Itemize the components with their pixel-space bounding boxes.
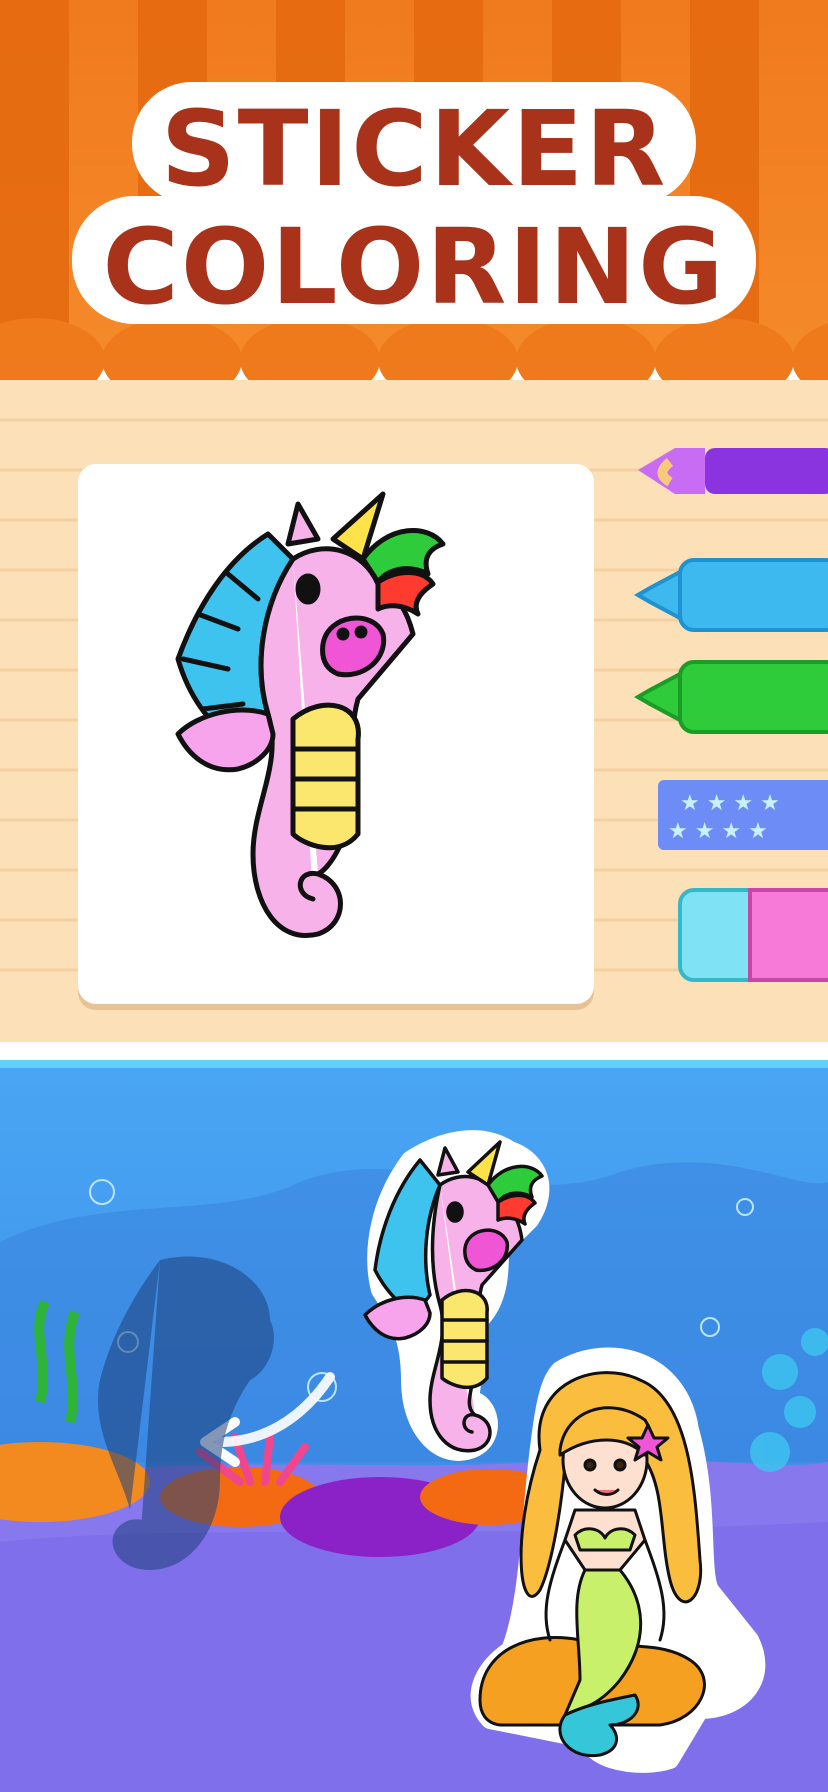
coloring-tools[interactable]: ★ ★ ★ ★ ★ ★ ★ ★: [630, 440, 828, 1020]
paint-brush-icon[interactable]: [638, 448, 828, 494]
marker-icon[interactable]: [634, 558, 828, 632]
mermaid-sticker[interactable]: [470, 1340, 770, 1780]
title-line-2: COLORING: [102, 206, 726, 328]
svg-text:★ ★ ★ ★: ★ ★ ★ ★: [680, 791, 780, 816]
seahorse-drawing[interactable]: [78, 464, 594, 1004]
app-screenshot: STICKER COLORING ★ ★ ★ ★ ★ ★ ★ ★: [0, 0, 828, 1792]
star-pattern-icon[interactable]: ★ ★ ★ ★ ★ ★ ★ ★: [658, 780, 828, 850]
svg-text:★ ★ ★ ★: ★ ★ ★ ★: [668, 819, 768, 844]
coloring-canvas[interactable]: [78, 464, 594, 1004]
title-line-1: STICKER: [160, 88, 668, 210]
marker-icon[interactable]: [634, 660, 828, 734]
seahorse-shadow[interactable]: [70, 1240, 310, 1600]
eraser-icon[interactable]: [678, 888, 828, 982]
